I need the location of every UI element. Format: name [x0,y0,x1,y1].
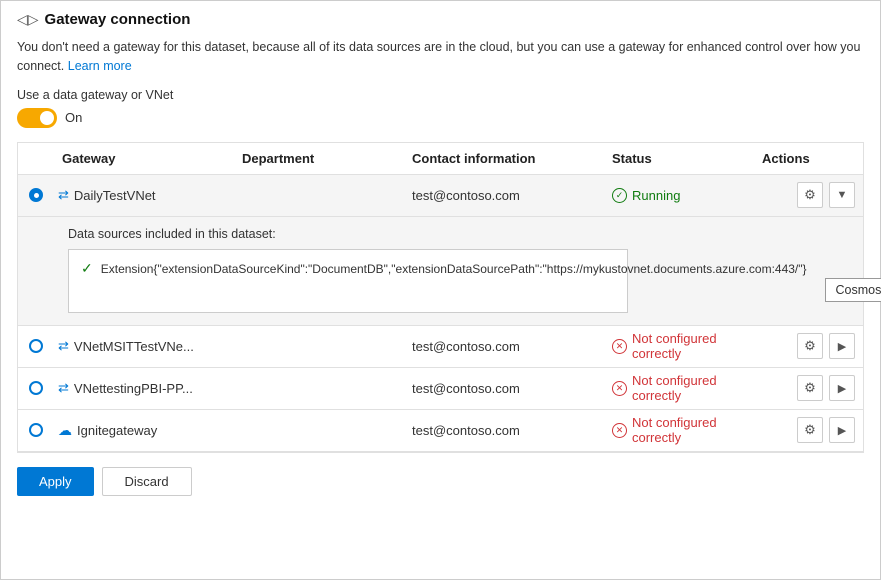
gateway-name-1: ⇄ DailyTestVNet [54,187,234,203]
toggle-label: Use a data gateway or VNet [17,88,864,102]
panel-header: ◁▷ Gateway connection [1,1,880,34]
apply-button[interactable]: Apply [17,467,94,496]
status-text-2: Not configured correctly [632,331,746,361]
status-text-3: Not configured correctly [632,373,746,403]
expand-button-2[interactable]: ▶ [829,333,855,359]
network-icon-3: ⇄ [58,380,69,396]
gateway-name-4: ☁ Ignitegateway [54,422,234,439]
gateway-name-label-3: VNettestingPBI-PP... [74,381,193,396]
gateway-connection-panel: ◁▷ Gateway connection You don't need a g… [0,0,881,580]
gateway-name-label-4: Ignitegateway [77,423,157,438]
network-icon-1: ⇄ [58,187,69,203]
error-icon-3: ✕ [612,381,627,396]
datasource-label: Data sources included in this dataset: [68,227,847,241]
settings-button-3[interactable]: ⚙ [797,375,823,401]
contact-cell-4: test@contoso.com [404,423,604,438]
learn-more-link[interactable]: Learn more [68,59,132,73]
status-cell-2: ✕ Not configured correctly [604,331,754,361]
radio-vnettesting[interactable] [29,381,43,395]
cloud-upload-icon: ☁ [58,422,72,439]
table-row: ⇄ VNetMSITTestVNe... test@contoso.com ✕ … [18,326,863,368]
error-icon-2: ✕ [612,339,627,354]
contact-cell-1: test@contoso.com [404,188,604,203]
radio-dailytestvnet[interactable] [29,188,43,202]
panel-title: Gateway connection [45,11,191,28]
table-header: Gateway Department Contact information S… [18,143,863,175]
toggle-state: On [65,110,82,125]
gateway-table: Gateway Department Contact information S… [17,142,864,453]
status-cell-3: ✕ Not configured correctly [604,373,754,403]
contact-cell-3: test@contoso.com [404,381,604,396]
discard-button[interactable]: Discard [102,467,192,496]
running-icon-1: ✓ [612,188,627,203]
table-row: ☁ Ignitegateway test@contoso.com ✕ Not c… [18,410,863,452]
col-actions: Actions [754,151,863,166]
datasource-check-icon: ✓ [81,260,93,277]
gateway-icon: ◁▷ [17,11,39,28]
panel-description: You don't need a gateway for this datase… [1,34,880,80]
toggle-section: Use a data gateway or VNet On [1,80,880,134]
datasource-box: ✓ Extension{"extensionDataSourceKind":"D… [68,249,628,313]
status-text-4: Not configured correctly [632,415,746,445]
col-status: Status [604,151,754,166]
maps-to-select[interactable]: Cosmos DB Azure SQL Other [825,278,881,302]
description-text: You don't need a gateway for this datase… [17,40,860,73]
gateway-name-2: ⇄ VNetMSITTestVNe... [54,338,234,354]
actions-cell-4: ⚙ ▶ [754,417,863,443]
radio-cell-2[interactable] [18,339,54,353]
expand-button-1[interactable]: ▼ [829,182,855,208]
col-contact: Contact information [404,151,604,166]
datasource-text: Extension{"extensionDataSourceKind":"Doc… [101,260,807,278]
gateway-name-3: ⇄ VNettestingPBI-PP... [54,380,234,396]
table-row: ⇄ VNettestingPBI-PP... test@contoso.com … [18,368,863,410]
actions-cell-3: ⚙ ▶ [754,375,863,401]
maps-to-section: Maps to: Cosmos DB Azure SQL Other [815,260,881,302]
gateway-name-label-1: DailyTestVNet [74,188,156,203]
expanded-datasource-row: Data sources included in this dataset: ✓… [18,217,863,326]
gateway-toggle[interactable] [17,108,57,128]
status-text-1: Running [632,188,680,203]
toggle-row: On [17,108,864,128]
contact-cell-2: test@contoso.com [404,339,604,354]
radio-cell-4[interactable] [18,423,54,437]
col-department: Department [234,151,404,166]
radio-cell-1[interactable] [18,188,54,202]
settings-button-4[interactable]: ⚙ [797,417,823,443]
table-row: ⇄ DailyTestVNet test@contoso.com ✓ Runni… [18,175,863,217]
actions-cell-1: ⚙ ▼ [754,182,863,208]
radio-ignite[interactable] [29,423,43,437]
gateway-name-label-2: VNetMSITTestVNe... [74,339,194,354]
network-icon-2: ⇄ [58,338,69,354]
expand-button-4[interactable]: ▶ [829,417,855,443]
status-cell-1: ✓ Running [604,188,754,203]
panel-footer: Apply Discard [1,453,880,510]
radio-vnetmsit[interactable] [29,339,43,353]
status-cell-4: ✕ Not configured correctly [604,415,754,445]
error-icon-4: ✕ [612,423,627,438]
actions-cell-2: ⚙ ▶ [754,333,863,359]
col-gateway: Gateway [54,151,234,166]
settings-button-1[interactable]: ⚙ [797,182,823,208]
radio-cell-3[interactable] [18,381,54,395]
expand-button-3[interactable]: ▶ [829,375,855,401]
settings-button-2[interactable]: ⚙ [797,333,823,359]
